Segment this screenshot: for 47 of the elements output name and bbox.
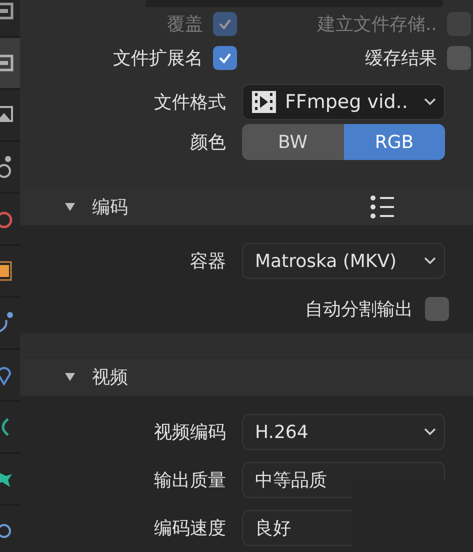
image-icon: [0, 106, 14, 124]
frame-icon: [0, 260, 14, 282]
dot-circle-icon: [0, 156, 14, 178]
sidebar-tab[interactable]: [0, 454, 20, 504]
field-label: 文件格式: [153, 90, 226, 114]
color-mode-toggle[interactable]: RGB: [344, 124, 445, 160]
dropdown[interactable]: H.264: [242, 414, 445, 450]
checkbox[interactable]: [447, 46, 471, 70]
film-icon: [251, 90, 277, 114]
sidebar-tab[interactable]: [0, 194, 20, 244]
sidebar-tab[interactable]: [0, 298, 20, 348]
checkbox-label: 覆盖: [166, 12, 203, 36]
star-icon: [0, 470, 14, 488]
checkbox-label: 建立文件存储..: [316, 12, 437, 36]
chevron-icon: [424, 428, 436, 436]
section-header[interactable]: 编码: [20, 186, 473, 226]
list-icon[interactable]: [370, 194, 396, 219]
checkbox[interactable]: [425, 297, 449, 322]
sidebar-tab[interactable]: [0, 402, 20, 452]
checkbox-label: 缓存结果: [364, 47, 437, 70]
sidebar-tab[interactable]: [0, 350, 20, 400]
field-label: 输出质量: [153, 469, 226, 492]
dropdown[interactable]: Matroska (MKV): [242, 243, 445, 280]
triangle-icon: [64, 372, 76, 382]
sidebar-tab[interactable]: [0, 38, 20, 88]
particles-icon: [0, 312, 14, 334]
checkbox-label: 自动分割输出: [305, 298, 413, 322]
sidebar-tab[interactable]: [0, 246, 20, 296]
sidebar-tab[interactable]: [0, 506, 20, 552]
field-label: 颜色: [189, 131, 226, 154]
checkbox-label: 文件扩展名: [112, 47, 203, 70]
chevron-icon: [424, 257, 436, 266]
triangle-icon: [64, 202, 76, 212]
sidebar-tab[interactable]: [0, 142, 20, 192]
chevron-icon: [424, 98, 436, 106]
field-label: 编码速度: [153, 517, 226, 540]
sidebar-tab[interactable]: [0, 90, 20, 140]
printer-icon: [0, 2, 14, 20]
color-mode-toggle[interactable]: BW: [242, 124, 344, 160]
printer-icon: [0, 54, 14, 72]
field-label: 视频编码: [153, 421, 226, 444]
pin-icon: [0, 364, 14, 386]
file-format-dropdown[interactable]: FFmpeg vid..: [242, 84, 445, 120]
sidebar-tab[interactable]: [0, 0, 20, 36]
ring-icon: [0, 209, 14, 229]
checkbox[interactable]: [213, 46, 237, 70]
field-label: 容器: [189, 250, 226, 274]
